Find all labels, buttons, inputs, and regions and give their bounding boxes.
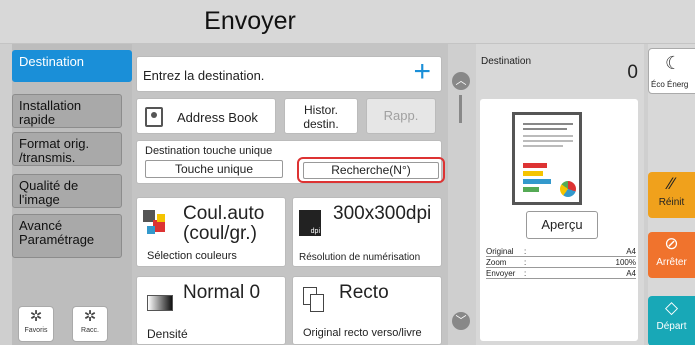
duplex-label: Original recto verso/livre	[303, 327, 422, 339]
recherche-button[interactable]: Recherche(N°)	[303, 162, 439, 179]
favorites-gear-icon: ✲	[29, 308, 43, 325]
preview-info-table: Original: A4 Zoom:100% Envoyer: A4	[486, 246, 636, 279]
info-row-zoom: Zoom:100%	[486, 258, 636, 268]
depart-button[interactable]: ◇ Départ	[648, 296, 695, 345]
duplex-value: Recto	[339, 282, 389, 303]
one-touch-label: Destination touche unique	[145, 145, 273, 157]
apercu-button[interactable]: Aperçu	[526, 211, 598, 239]
one-touch-panel: Destination touche unique Touche unique …	[136, 140, 445, 184]
density-button[interactable]: Normal 0 Densité	[136, 276, 286, 345]
reset-icon: ⁄⁄	[668, 174, 675, 193]
density-label: Densité	[147, 327, 188, 341]
rapp-button[interactable]: Rapp.	[366, 98, 436, 134]
info-row-original: Original: A4	[486, 247, 636, 257]
arreter-label: Arrêter	[656, 257, 687, 268]
density-icon	[147, 295, 173, 311]
density-value: Normal 0	[183, 282, 261, 303]
eco-energie-button[interactable]: ☾ Éco Énerg	[648, 48, 695, 94]
scroll-down-button[interactable]: ﹀	[452, 312, 470, 330]
title-bar: Envoyer	[0, 0, 695, 44]
page-title: Envoyer	[204, 7, 296, 35]
depart-label: Départ	[656, 321, 687, 332]
tab-format-orig[interactable]: Format orig. /transmis.	[12, 132, 122, 166]
preview-box: Aperçu Original: A4 Zoom:100% Envoyer: A4	[480, 99, 638, 341]
address-book-label: Address Book	[177, 110, 258, 125]
scroll-up-button[interactable]: ︿	[452, 72, 470, 90]
reinit-button[interactable]: ⁄⁄ Réinit	[648, 172, 695, 218]
tab-avance-parametrage[interactable]: Avancé Paramétrage	[12, 214, 122, 258]
color-selection-button[interactable]: Coul.auto (coul/gr.) Sélection couleurs	[136, 197, 286, 267]
reinit-label: Réinit	[658, 197, 685, 208]
resolution-value: 300x300dpi	[333, 203, 432, 224]
destination-count: 0	[627, 62, 638, 83]
tab-qualite-image[interactable]: Qualité de l'image	[12, 174, 122, 208]
address-book-button[interactable]: Address Book	[136, 98, 276, 134]
racc-label: Racc.	[81, 327, 99, 334]
stop-icon: ⊘	[664, 234, 679, 253]
tab-destination[interactable]: Destination	[12, 50, 132, 82]
color-label: Sélection couleurs	[147, 250, 237, 262]
start-icon: ◇	[664, 298, 679, 317]
arreter-button[interactable]: ⊘ Arrêter	[648, 232, 695, 278]
histor-destin-button[interactable]: Histor. destin.	[284, 98, 358, 134]
duplex-icon	[303, 287, 327, 315]
destination-placeholder: Entrez la destination.	[143, 68, 265, 83]
color-value: Coul.auto (coul/gr.)	[183, 203, 265, 244]
eco-label: Éco Énerg	[651, 80, 689, 89]
color-mode-icon	[143, 210, 169, 238]
preview-panel: Destination 0 Aperçu Original: A4 Zoom:10…	[476, 44, 644, 345]
center-panel: Entrez la destination. + Address Book Hi…	[132, 44, 448, 345]
shortcut-gear-icon: ✲	[83, 308, 97, 325]
tab-installation-rapide[interactable]: Installation rapide	[12, 94, 122, 128]
resolution-label: Résolution de numérisation	[299, 252, 421, 263]
destination-input[interactable]: Entrez la destination. +	[136, 55, 442, 92]
moon-icon: ☾	[665, 53, 682, 73]
touche-unique-button[interactable]: Touche unique	[145, 160, 283, 178]
racc-button[interactable]: ✲ Racc.	[72, 306, 108, 342]
scroll-track[interactable]	[459, 95, 462, 123]
duplex-button[interactable]: Recto Original recto verso/livre	[292, 276, 442, 345]
favoris-button[interactable]: ✲ Favoris	[18, 306, 54, 342]
add-destination-icon[interactable]: +	[413, 55, 431, 89]
address-book-icon	[145, 107, 163, 127]
left-tab-column: Destination Installation rapide Format o…	[12, 44, 136, 345]
favoris-label: Favoris	[24, 327, 48, 334]
recherche-highlight: Recherche(N°)	[297, 157, 445, 183]
info-row-envoyer: Envoyer: A4	[486, 269, 636, 279]
resolution-button[interactable]: dpi 300x300dpi Résolution de numérisatio…	[292, 197, 442, 267]
destination-count-label: Destination	[481, 56, 532, 67]
document-thumbnail	[512, 112, 582, 205]
dpi-icon: dpi	[299, 210, 321, 236]
